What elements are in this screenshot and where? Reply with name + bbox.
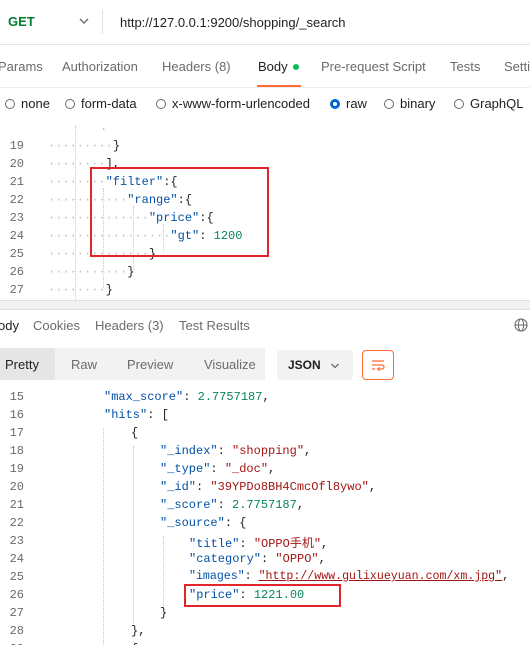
body-indicator-dot: [292, 63, 299, 70]
code-line: ···········}: [48, 265, 135, 279]
line-number: 23: [9, 211, 24, 225]
tab-headers[interactable]: Headers (8): [162, 59, 231, 74]
radio-label: binary: [400, 96, 436, 111]
url-input[interactable]: http://127.0.0.1:9200/shopping/_search: [120, 15, 346, 30]
line-number: 28: [9, 624, 24, 638]
tab-settings[interactable]: Setti: [504, 59, 530, 74]
whitespace-dots: ···········: [48, 265, 128, 279]
globe-icon[interactable]: [514, 318, 528, 332]
code-line: ········}: [48, 283, 113, 297]
code-line: }: [160, 606, 168, 620]
radio-circle-icon: [65, 98, 75, 109]
line-number: 22: [9, 516, 24, 530]
code-line: "title": "OPPO手机",: [189, 537, 329, 551]
image-url-link[interactable]: "http://www.gulixueyuan.com/xm.jpg": [259, 570, 503, 583]
view-pretty-button[interactable]: Pretty: [5, 357, 39, 372]
radio-label: form-data: [81, 96, 137, 111]
line-number: 19: [9, 139, 24, 153]
whitespace-dots: ·········: [48, 139, 113, 153]
line-number: 27: [9, 606, 24, 620]
response-tab-test-results[interactable]: Test Results: [179, 318, 250, 333]
format-select-label: JSON: [288, 358, 321, 372]
highlight-box-price: [184, 584, 341, 607]
tab-tests[interactable]: Tests: [450, 59, 480, 74]
code-line: {: [131, 426, 139, 440]
code-line: "_score": 2.7757187,: [160, 498, 305, 512]
chevron-down-icon[interactable]: [78, 15, 90, 27]
line-number: 26: [9, 588, 24, 602]
line-number: 21: [9, 175, 24, 189]
radio-binary[interactable]: binary: [384, 96, 435, 111]
tab-params[interactable]: Params: [0, 59, 43, 74]
code-line: "hits": [: [104, 408, 169, 422]
code-line: "images": "http://www.gulixueyuan.com/xm…: [189, 570, 510, 583]
tab-body[interactable]: Body: [258, 59, 299, 74]
indent-guide: [103, 428, 104, 645]
chevron-down-icon: [331, 363, 339, 369]
radio-form-data[interactable]: form-data: [65, 96, 137, 111]
response-tab-headers[interactable]: Headers (3): [95, 318, 164, 333]
line-number: 24: [9, 229, 24, 243]
indent-guide: [133, 446, 134, 626]
radio-label: raw: [346, 96, 367, 111]
line-number: 25: [9, 570, 24, 584]
line-number: 25: [9, 247, 24, 261]
radio-circle-icon: [5, 98, 15, 109]
line-number: 23: [9, 534, 24, 548]
line-number: 16: [9, 408, 24, 422]
line-number: 27: [9, 283, 24, 297]
radio-circle-icon: [156, 98, 166, 109]
line-number: 15: [9, 390, 24, 404]
line-number: 17: [9, 426, 24, 440]
tab-authorization[interactable]: Authorization: [62, 59, 138, 74]
line-number: 24: [9, 552, 24, 566]
view-preview-button[interactable]: Preview: [127, 357, 173, 372]
line-number: 22: [9, 193, 24, 207]
radio-circle-icon: [454, 98, 464, 109]
radio-selected-icon: [330, 98, 340, 109]
divider: [0, 87, 530, 88]
radio-circle-icon: [384, 98, 394, 109]
response-tab-cookies[interactable]: Cookies: [33, 318, 80, 333]
whitespace-dots: ········: [48, 283, 106, 297]
code-line: ·········}: [48, 139, 121, 153]
wrap-lines-icon: [372, 360, 385, 372]
line-number: 26: [9, 265, 24, 279]
code-line: "_index": "shopping",: [160, 444, 312, 458]
radio-label: GraphQL: [470, 96, 524, 111]
code-line: "_source": {: [160, 516, 247, 530]
response-tab-body[interactable]: ody: [0, 318, 19, 333]
radio-raw[interactable]: raw: [330, 96, 367, 111]
code-line: "category": "OPPO",: [189, 552, 326, 566]
line-number: 19: [9, 462, 24, 476]
radio-label: none: [21, 96, 50, 111]
code-line: "max_score": 2.7757187,: [104, 390, 270, 404]
method-select[interactable]: GET: [8, 14, 35, 29]
divider: [102, 10, 103, 34]
code-line: "_id": "39YPDo8BH4CmcOfl8ywo",: [160, 480, 377, 494]
line-number: 20: [9, 157, 24, 171]
radio-graphql[interactable]: GraphQL: [454, 96, 523, 111]
radio-label: x-www-form-urlencoded: [172, 96, 310, 111]
pane-divider[interactable]: [0, 300, 530, 310]
code-line: "_type": "_doc",: [160, 462, 276, 476]
code-fragment: .: [100, 126, 108, 134]
indent-guide: [163, 536, 164, 608]
line-number: 21: [9, 498, 24, 512]
tab-body-label: Body: [258, 59, 288, 74]
radio-none[interactable]: none: [5, 96, 50, 111]
radio-urlencoded[interactable]: x-www-form-urlencoded: [156, 96, 310, 111]
line-number: 18: [9, 444, 24, 458]
line-number: 20: [9, 480, 24, 494]
code-line: },: [131, 624, 146, 638]
view-visualize-button[interactable]: Visualize: [204, 357, 256, 372]
tab-pre-request-script[interactable]: Pre-request Script: [321, 59, 426, 74]
view-raw-button[interactable]: Raw: [71, 357, 97, 372]
highlight-box-filter: [90, 167, 269, 257]
